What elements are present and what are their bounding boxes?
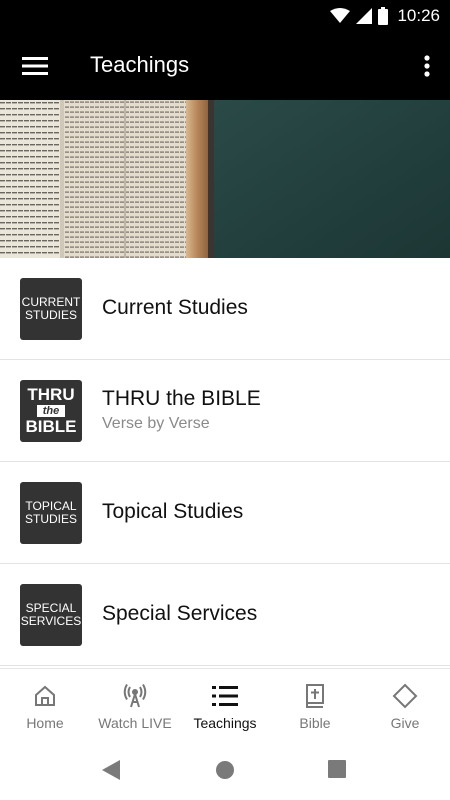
broadcast-icon (123, 683, 147, 708)
banner-image (0, 100, 450, 258)
battery-icon (378, 7, 388, 25)
open-bible-image (0, 100, 450, 258)
nav-watch-live[interactable]: Watch LIVE (90, 669, 180, 739)
back-icon[interactable] (102, 760, 120, 780)
nav-home[interactable]: Home (0, 669, 90, 739)
list-item-title: Special Services (102, 602, 258, 625)
app-bar: Teachings (0, 32, 450, 100)
thumb-text-line2: SERVICES (20, 614, 82, 628)
thumb-text-mid: the (36, 405, 66, 417)
list-item-title: Current Studies (102, 296, 248, 319)
special-services-thumbnail: SPECIAL SERVICES (20, 584, 82, 646)
nav-give[interactable]: Give (360, 669, 450, 739)
thumb-text-line1: THRU (27, 385, 75, 404)
list-item[interactable]: TOPICAL STUDIES Topical Studies (0, 462, 450, 564)
wifi-icon (330, 8, 350, 23)
menu-button[interactable] (18, 50, 52, 82)
list-icon (212, 686, 238, 706)
current-studies-thumbnail: CURRENT STUDIES (20, 278, 82, 340)
system-navigation-bar (0, 738, 450, 800)
more-vert-icon (424, 55, 430, 77)
cell-signal-icon (356, 8, 372, 24)
nav-watch-live-label: Watch LIVE (98, 715, 172, 731)
page-title: Teachings (90, 52, 190, 77)
hamburger-icon (22, 57, 48, 75)
thumb-text-line2: BIBLE (25, 417, 77, 436)
recents-icon[interactable] (328, 760, 346, 778)
nav-teachings[interactable]: Teachings (180, 669, 270, 739)
nav-home-label: Home (26, 715, 64, 731)
list-item[interactable]: SPECIAL SERVICES Special Services (0, 564, 450, 666)
list-item-subtitle: Verse by Verse (102, 415, 210, 432)
teachings-list: CURRENT STUDIES Current Studies THRU the… (0, 258, 450, 666)
list-item[interactable]: THRU the BIBLE THRU the BIBLE Verse by V… (0, 360, 450, 462)
thumb-text-line2: STUDIES (24, 308, 77, 322)
bible-icon (306, 684, 324, 708)
bottom-navigation: Home Watch LIVE Teachings Bible Give (0, 668, 450, 739)
status-bar: 10:26 (0, 0, 450, 32)
list-item-title: THRU the BIBLE (102, 387, 261, 410)
diamond-icon (392, 683, 418, 709)
thru-the-bible-thumbnail: THRU the BIBLE (20, 380, 82, 442)
list-item[interactable]: CURRENT STUDIES Current Studies (0, 258, 450, 360)
thumb-text-line2: STUDIES (24, 512, 77, 526)
topical-studies-thumbnail: TOPICAL STUDIES (20, 482, 82, 544)
nav-give-label: Give (390, 715, 420, 731)
status-icons (330, 7, 388, 25)
list-item-title: Topical Studies (102, 500, 244, 523)
status-time: 10:26 (397, 6, 440, 25)
nav-bible-label: Bible (299, 715, 331, 731)
home-circle-icon[interactable] (215, 760, 235, 780)
overflow-menu-button[interactable] (418, 50, 436, 82)
nav-bible[interactable]: Bible (270, 669, 360, 739)
nav-teachings-label: Teachings (193, 715, 257, 731)
home-icon (35, 685, 55, 706)
